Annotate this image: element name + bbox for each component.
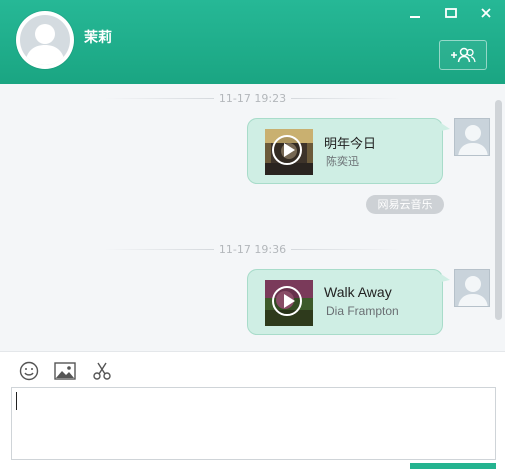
chat-history[interactable]: 11-17 19:23 明年今日 陈奕迅 网易云音乐 11-17 19:36 W… (0, 84, 505, 351)
send-button[interactable] (410, 463, 496, 469)
message-input[interactable] (11, 387, 496, 460)
play-icon[interactable] (272, 286, 302, 316)
scissors-icon (93, 362, 111, 380)
image-icon (54, 362, 76, 380)
timestamp: 11-17 19:36 (0, 242, 505, 256)
minimize-button[interactable] (403, 4, 427, 22)
play-icon[interactable] (272, 135, 302, 165)
user-avatar[interactable] (454, 118, 490, 156)
user-avatar[interactable] (454, 269, 490, 307)
maximize-icon (445, 8, 457, 18)
input-toolbar (0, 351, 505, 387)
music-share-card[interactable]: Walk Away Dia Frampton (247, 269, 450, 335)
add-friend-button[interactable] (439, 40, 487, 70)
song-title: 明年今日 (324, 137, 377, 152)
screenshot-button[interactable] (91, 360, 113, 382)
music-share-card[interactable]: 明年今日 陈奕迅 (247, 118, 450, 184)
emoji-button[interactable] (18, 360, 40, 382)
scrollbar[interactable] (495, 100, 502, 320)
album-cover (265, 129, 313, 175)
add-user-icon (451, 47, 476, 63)
timestamp: 11-17 19:23 (0, 91, 505, 105)
close-icon (481, 8, 491, 18)
emoji-icon (19, 361, 39, 381)
close-button[interactable] (474, 4, 498, 22)
text-cursor (16, 392, 17, 410)
song-title: Walk Away (324, 284, 392, 300)
song-artist: 陈奕迅 (326, 155, 359, 168)
minimize-icon (410, 16, 420, 18)
contact-name: 茉莉 (84, 30, 112, 46)
maximize-button[interactable] (439, 4, 463, 22)
contact-avatar[interactable] (16, 11, 74, 69)
source-badge[interactable]: 网易云音乐 (366, 195, 444, 214)
song-artist: Dia Frampton (326, 304, 399, 318)
chat-header: 茉莉 (0, 0, 505, 84)
album-cover (265, 280, 313, 326)
image-button[interactable] (54, 360, 76, 382)
